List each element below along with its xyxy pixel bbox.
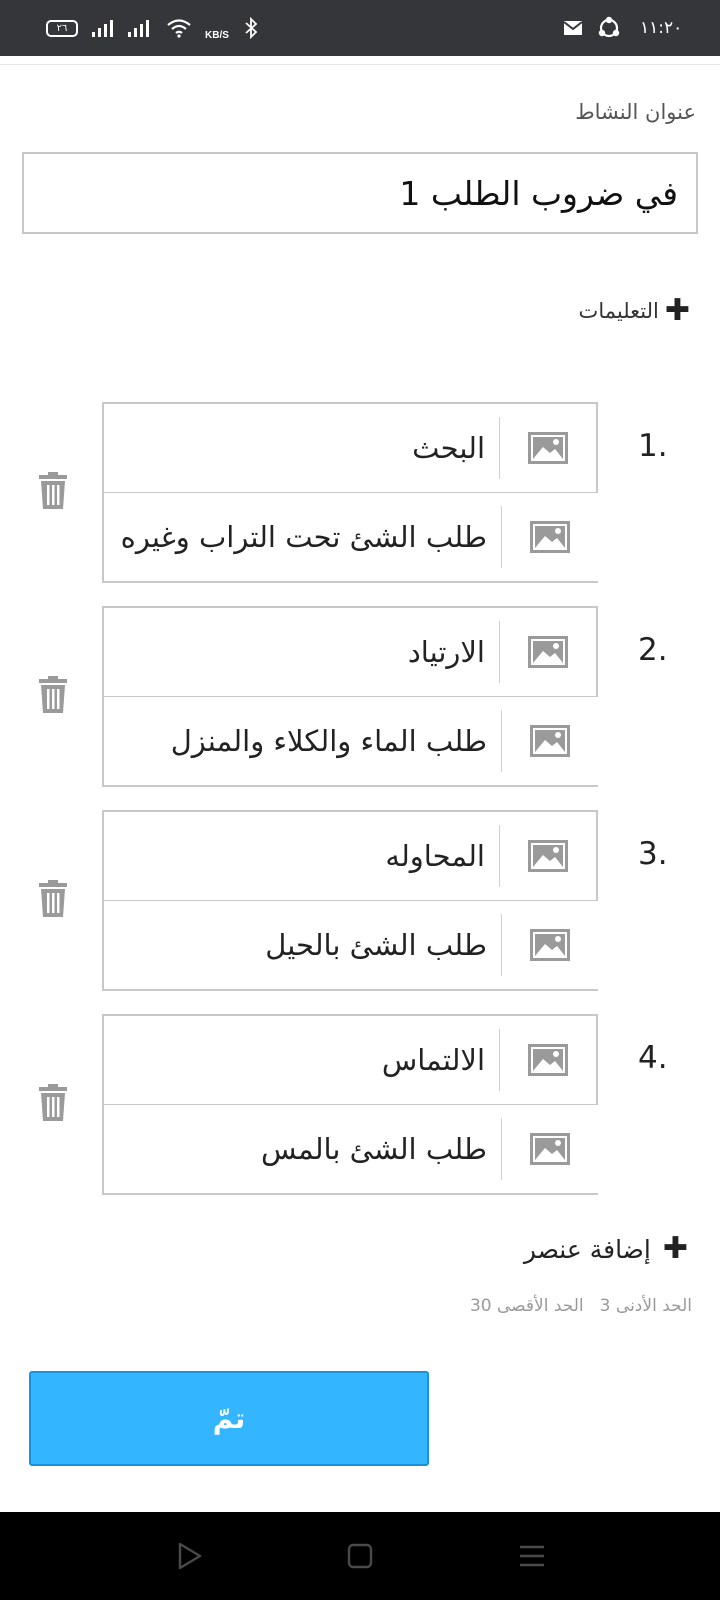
nav-menu-icon[interactable] bbox=[510, 1534, 554, 1578]
image-icon[interactable] bbox=[500, 608, 596, 696]
definition-row: طلب الشئ بالمس bbox=[102, 1104, 598, 1195]
battery-level: ٢٦ bbox=[46, 19, 78, 37]
list-item: 2. الارتياد طلب الماء والكلاء والمنزل bbox=[0, 606, 720, 788]
trash-icon[interactable] bbox=[38, 880, 68, 918]
add-item-button[interactable]: ✚ إضافة عنصر bbox=[524, 1234, 688, 1264]
term-input[interactable]: الارتياد bbox=[104, 608, 499, 696]
image-icon[interactable] bbox=[500, 404, 596, 492]
image-icon[interactable] bbox=[502, 901, 598, 989]
clock: ١١:٢٠ bbox=[640, 18, 683, 38]
activity-title-input[interactable]: في ضروب الطلب 1 bbox=[22, 152, 698, 234]
trash-icon[interactable] bbox=[38, 1084, 68, 1122]
trash-icon[interactable] bbox=[38, 676, 68, 714]
definition-input[interactable]: طلب الشئ بالحيل bbox=[104, 901, 501, 989]
done-button[interactable]: تمّ bbox=[29, 1371, 429, 1466]
signal-icon bbox=[92, 0, 113, 56]
list-item: 4. الالتماس طلب الشئ بالمس bbox=[0, 1014, 720, 1196]
definition-input[interactable]: طلب الماء والكلاء والمنزل bbox=[104, 697, 501, 785]
definition-input[interactable]: طلب الشئ بالمس bbox=[104, 1105, 501, 1193]
instructions-label: التعليمات bbox=[578, 299, 659, 323]
navigation-bar bbox=[0, 1512, 720, 1600]
definition-row: طلب الشئ تحت التراب وغيره bbox=[102, 492, 598, 583]
definition-row: طلب الشئ بالحيل bbox=[102, 900, 598, 991]
instructions-toggle[interactable]: ✚ التعليمات bbox=[579, 296, 690, 326]
min-limit-value: 3 bbox=[599, 1296, 611, 1316]
term-input[interactable]: الالتماس bbox=[104, 1016, 499, 1104]
nav-home-icon[interactable] bbox=[338, 1534, 382, 1578]
term-row: الالتماس bbox=[102, 1014, 598, 1105]
list-item: 3. المحاوله طلب الشئ بالحيل bbox=[0, 810, 720, 992]
item-number: 3. bbox=[638, 836, 668, 872]
plus-icon: ✚ bbox=[662, 1231, 688, 1266]
wifi-icon bbox=[166, 0, 192, 56]
max-limit: الحد الأقصى 30 bbox=[470, 1296, 584, 1316]
item-number: 1. bbox=[638, 428, 668, 464]
image-icon[interactable] bbox=[502, 1105, 598, 1193]
divider bbox=[0, 64, 720, 65]
min-limit-label: الحد الأدنى bbox=[615, 1296, 692, 1316]
activity-title-label: عنوان النشاط bbox=[575, 100, 696, 124]
battery-icon: ٢٦ bbox=[46, 0, 78, 56]
max-limit-label: الحد الأقصى bbox=[497, 1296, 584, 1316]
item-limits: الحد الأدنى 3 الحد الأقصى 30 bbox=[470, 1296, 692, 1316]
plus-icon: ✚ bbox=[664, 293, 690, 328]
term-row: البحث bbox=[102, 402, 598, 493]
nav-back-icon[interactable] bbox=[168, 1534, 212, 1578]
image-icon[interactable] bbox=[502, 493, 598, 581]
status-bar: ٢٦ KB/S ١١:٢٠ bbox=[0, 0, 720, 56]
image-icon[interactable] bbox=[500, 1016, 596, 1104]
term-row: الارتياد bbox=[102, 606, 598, 697]
min-limit: الحد الأدنى 3 bbox=[600, 1296, 692, 1316]
list-item: 1. البحث طلب الشئ تحت التراب وغيره bbox=[0, 402, 720, 584]
network-speed: KB/S bbox=[205, 29, 229, 41]
item-number: 2. bbox=[638, 632, 668, 668]
image-icon[interactable] bbox=[502, 697, 598, 785]
item-number: 4. bbox=[638, 1040, 668, 1076]
trash-icon[interactable] bbox=[38, 472, 68, 510]
mail-icon bbox=[563, 0, 583, 56]
bluetooth-icon bbox=[244, 0, 258, 56]
signal-icon bbox=[128, 0, 149, 56]
max-limit-value: 30 bbox=[469, 1296, 492, 1316]
term-row: المحاوله bbox=[102, 810, 598, 901]
definition-input[interactable]: طلب الشئ تحت التراب وغيره bbox=[104, 493, 501, 581]
image-icon[interactable] bbox=[500, 812, 596, 900]
term-input[interactable]: البحث bbox=[104, 404, 499, 492]
term-input[interactable]: المحاوله bbox=[104, 812, 499, 900]
definition-row: طلب الماء والكلاء والمنزل bbox=[102, 696, 598, 787]
sync-icon bbox=[596, 0, 622, 56]
add-item-label: إضافة عنصر bbox=[523, 1234, 651, 1264]
